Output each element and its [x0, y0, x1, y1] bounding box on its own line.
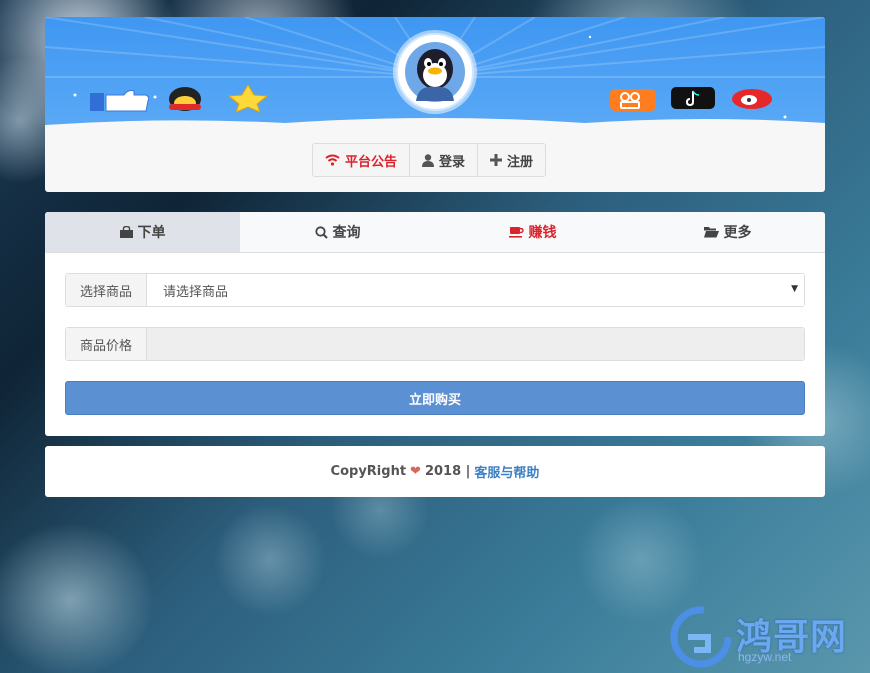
copyright-text: CopyRight: [330, 464, 407, 479]
product-select[interactable]: 请选择商品 ▼: [147, 274, 804, 306]
tab-more-label: 更多: [723, 225, 752, 241]
snow-wave: [45, 118, 825, 129]
register-label: 注册: [507, 154, 534, 170]
qq-icon: [169, 87, 201, 111]
chevron-down-icon: ▼: [791, 284, 798, 294]
avatar: [396, 33, 474, 111]
register-button[interactable]: 注册: [478, 144, 545, 176]
tab-earn[interactable]: 赚钱: [435, 212, 630, 252]
product-label: 选择商品: [66, 274, 147, 306]
product-select-value: 请选择商品: [163, 284, 229, 300]
folder-open-icon: [703, 226, 719, 238]
wifi-icon: [325, 154, 340, 166]
copyright-year: 2018 |: [424, 464, 471, 479]
plus-icon: [490, 154, 503, 166]
user-icon: [422, 153, 435, 167]
tiktok-icon: [671, 87, 715, 109]
announcement-label: 平台公告: [345, 154, 398, 170]
tab-query-label: 查询: [332, 225, 361, 241]
tab-more[interactable]: 更多: [630, 212, 825, 252]
tab-earn-label: 赚钱: [528, 225, 557, 241]
header-button-group: 平台公告 登录 注册: [312, 143, 547, 177]
announcement-button[interactable]: 平台公告: [313, 144, 411, 176]
watermark-url: hgzyw.net: [738, 650, 792, 664]
footer-panel: CopyRight ❤ 2018 | 客服与帮助: [45, 446, 825, 497]
tab-query[interactable]: 查询: [240, 212, 435, 252]
price-field: [147, 328, 804, 360]
qq-penguin-avatar: [405, 42, 465, 102]
login-label: 登录: [439, 154, 466, 170]
price-row: 商品价格: [65, 327, 805, 361]
shopping-bag-icon: [119, 226, 133, 238]
help-link[interactable]: 客服与帮助: [474, 462, 539, 481]
tab-order[interactable]: 下单: [45, 212, 240, 252]
heart-icon: ❤: [410, 464, 421, 479]
site-watermark: 鸿哥网 hgzyw.net: [668, 604, 868, 670]
product-select-row: 选择商品 请选择商品 ▼: [65, 273, 805, 307]
watermark-logo-icon: [670, 606, 732, 668]
tab-order-label: 下单: [137, 225, 166, 241]
login-button[interactable]: 登录: [410, 144, 479, 176]
price-label: 商品价格: [66, 328, 147, 360]
header-panel: 平台公告 登录 注册: [45, 17, 825, 192]
order-panel: 下单 查询 赚钱 更多 选择商品 请选择商品 ▼ 商品价格 立即购买: [45, 212, 825, 436]
thumbs-up-icon: [90, 90, 150, 112]
weibo-icon: [732, 89, 772, 109]
kuaishou-icon: [610, 89, 656, 111]
star-icon: [227, 84, 269, 113]
buy-now-button[interactable]: 立即购买: [65, 381, 805, 415]
search-icon: [314, 225, 328, 239]
coffee-icon: [508, 226, 524, 238]
tab-bar: 下单 查询 赚钱 更多: [45, 212, 825, 253]
